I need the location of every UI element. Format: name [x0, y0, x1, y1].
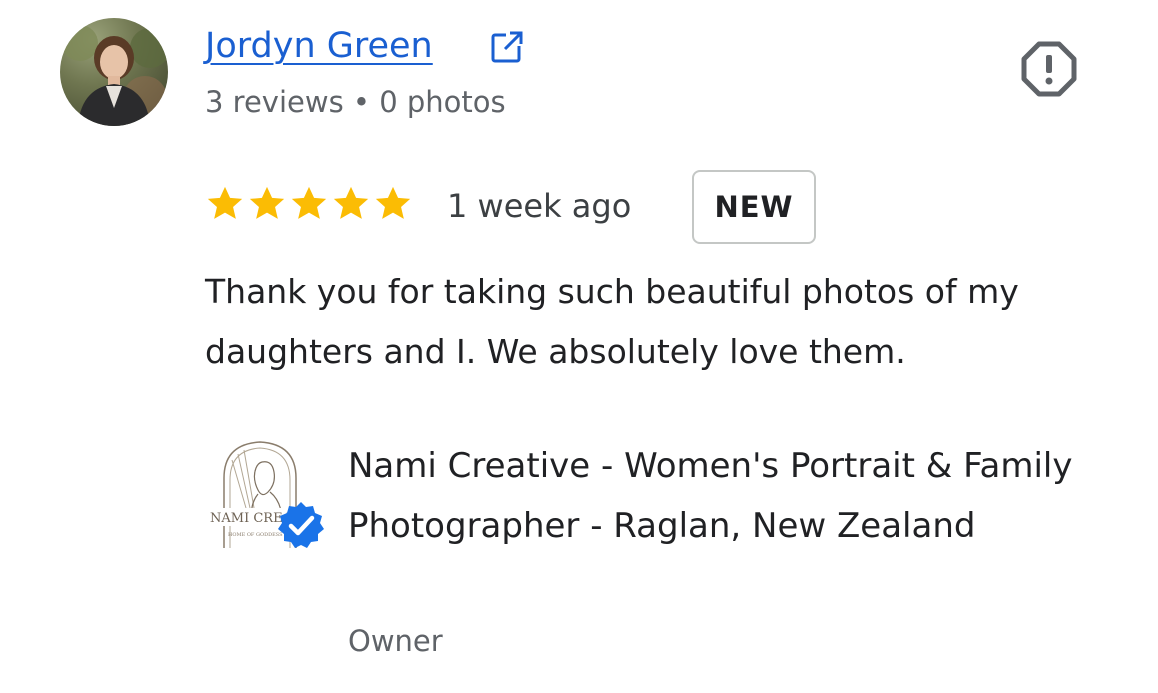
reviewer-meta: 3 reviews • 0 photos — [205, 85, 506, 119]
verified-check-icon — [278, 502, 324, 548]
star-icon — [291, 186, 327, 219]
owner-role-label: Owner — [348, 624, 443, 658]
star-icon — [249, 186, 285, 219]
review-text: Thank you for taking such beautiful phot… — [205, 272, 1019, 371]
star-icon — [375, 186, 411, 219]
reviewer-avatar[interactable] — [60, 18, 168, 126]
star-icon — [207, 186, 243, 219]
review-time: 1 week ago — [447, 187, 632, 225]
star-rating — [204, 183, 414, 225]
star-icon — [333, 186, 369, 219]
new-badge: NEW — [692, 170, 816, 244]
reviewer-name-link[interactable]: Jordyn Green — [205, 24, 433, 68]
owner-business-name: Nami Creative - Women's Portrait & Famil… — [348, 446, 1073, 546]
business-logo-tagline: HOME OF GODDESS — [228, 532, 283, 538]
report-icon[interactable] — [1020, 40, 1078, 98]
external-link-icon[interactable] — [489, 29, 525, 65]
